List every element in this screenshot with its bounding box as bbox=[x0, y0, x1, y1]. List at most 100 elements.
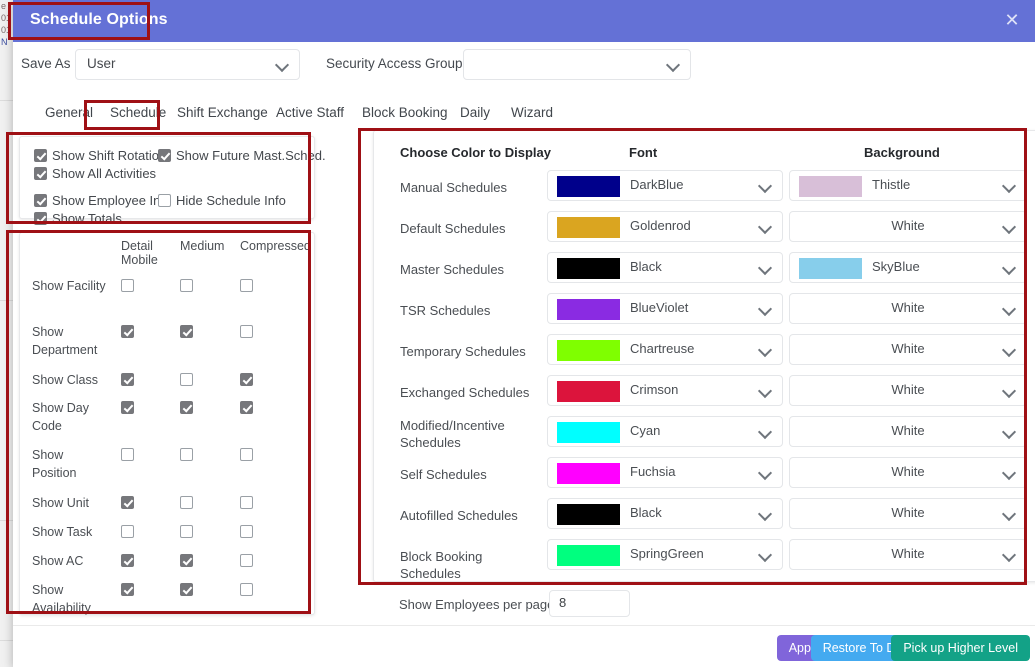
pick-up-higher-level-button[interactable]: Pick up Higher Level bbox=[891, 635, 1030, 661]
grid-checkbox-checked-icon[interactable] bbox=[240, 401, 253, 414]
color-row-label: Temporary Schedules bbox=[400, 344, 526, 359]
grid-checkbox-checked-icon[interactable] bbox=[121, 496, 134, 509]
grid-checkbox-unchecked-icon[interactable] bbox=[240, 448, 253, 461]
font-color-select[interactable]: Cyan bbox=[547, 416, 783, 447]
display-options-panel: Show Shift Rotation Show Future Mast.Sche… bbox=[19, 136, 326, 226]
checkbox-row[interactable]: Show Shift Rotation bbox=[34, 148, 166, 163]
checkbox-row[interactable]: Show Totals bbox=[34, 211, 122, 226]
save-as-select[interactable]: User bbox=[75, 49, 300, 80]
grid-checkbox-unchecked-icon[interactable] bbox=[240, 525, 253, 538]
font-color-select[interactable]: DarkBlue bbox=[547, 170, 783, 201]
font-color-select[interactable]: Black bbox=[547, 252, 783, 283]
background-color-select[interactable]: White bbox=[789, 293, 1027, 324]
grid-checkbox-unchecked-icon[interactable] bbox=[240, 496, 253, 509]
background-color-name: White bbox=[891, 382, 925, 397]
checkbox-label: Show Totals bbox=[52, 211, 122, 226]
background-color-select[interactable]: White bbox=[789, 539, 1027, 570]
grid-checkbox-checked-icon[interactable] bbox=[180, 554, 193, 567]
employees-per-page-input[interactable]: 8 bbox=[549, 590, 630, 617]
background-color-select[interactable]: White bbox=[789, 498, 1027, 529]
checkbox-row[interactable]: Hide Schedule Info bbox=[158, 193, 286, 208]
tab-daily[interactable]: Daily bbox=[456, 102, 494, 123]
font-color-select[interactable]: Crimson bbox=[547, 375, 783, 406]
grid-checkbox-unchecked-icon[interactable] bbox=[240, 279, 253, 292]
background-color-select[interactable]: White bbox=[789, 416, 1027, 447]
font-color-select[interactable]: Chartreuse bbox=[547, 334, 783, 365]
grid-checkbox-checked-icon[interactable] bbox=[180, 583, 193, 596]
background-color-select[interactable]: White bbox=[789, 375, 1027, 406]
grid-checkbox-unchecked-icon[interactable] bbox=[240, 325, 253, 338]
checkbox-row[interactable]: Show All Activities bbox=[34, 166, 156, 181]
tab-schedule[interactable]: Schedule bbox=[106, 102, 170, 123]
grid-checkbox-unchecked-icon[interactable] bbox=[180, 525, 193, 538]
grid-checkbox-checked-icon[interactable] bbox=[180, 401, 193, 414]
grid-checkbox-unchecked-icon[interactable] bbox=[240, 583, 253, 596]
chevron-down-icon bbox=[1004, 344, 1016, 356]
checkbox-row[interactable]: Show Future Mast.Sched. bbox=[158, 148, 326, 163]
grid-checkbox-checked-icon[interactable] bbox=[121, 554, 134, 567]
grid-checkbox-checked-icon[interactable] bbox=[121, 325, 134, 338]
background-color-name: White bbox=[891, 423, 925, 438]
tab-general[interactable]: General bbox=[41, 102, 97, 123]
font-color-name: SpringGreen bbox=[630, 546, 704, 561]
font-color-select[interactable]: Goldenrod bbox=[547, 211, 783, 242]
chevron-down-icon bbox=[760, 180, 772, 192]
grid-checkbox-unchecked-icon[interactable] bbox=[121, 448, 134, 461]
font-color-swatch bbox=[557, 381, 620, 402]
background-column-heading: Background bbox=[864, 145, 940, 160]
grid-checkbox-unchecked-icon[interactable] bbox=[180, 448, 193, 461]
screenshot-root: e 01 01 N Schedule Options ✕ Save As Use… bbox=[0, 0, 1035, 667]
checkbox-checked-icon[interactable] bbox=[34, 149, 47, 162]
grid-checkbox-unchecked-icon[interactable] bbox=[121, 525, 134, 538]
font-color-select[interactable]: Fuchsia bbox=[547, 457, 783, 488]
background-color-select[interactable]: Thistle bbox=[789, 170, 1027, 201]
grid-checkbox-unchecked-icon[interactable] bbox=[240, 554, 253, 567]
tab-block-booking[interactable]: Block Booking bbox=[358, 102, 452, 123]
save-as-label: Save As bbox=[21, 56, 71, 71]
background-color-select[interactable]: White bbox=[789, 457, 1027, 488]
grid-checkbox-unchecked-icon[interactable] bbox=[180, 279, 193, 292]
color-row-label: Exchanged Schedules bbox=[400, 385, 530, 400]
grid-checkbox-checked-icon[interactable] bbox=[240, 373, 253, 386]
background-color-select[interactable]: White bbox=[789, 334, 1027, 365]
chevron-down-icon bbox=[760, 385, 772, 397]
grid-checkbox-checked-icon[interactable] bbox=[180, 325, 193, 338]
chevron-down-icon bbox=[1004, 467, 1016, 479]
checkbox-checked-icon[interactable] bbox=[34, 212, 47, 225]
font-color-name: Fuchsia bbox=[630, 464, 676, 479]
grid-checkbox-unchecked-icon[interactable] bbox=[180, 373, 193, 386]
close-icon[interactable]: ✕ bbox=[1001, 9, 1023, 31]
tab-wizard[interactable]: Wizard bbox=[507, 102, 557, 123]
chevron-down-icon bbox=[1004, 549, 1016, 561]
font-color-select[interactable]: SpringGreen bbox=[547, 539, 783, 570]
font-color-swatch bbox=[557, 545, 620, 566]
checkbox-unchecked-icon[interactable] bbox=[158, 194, 171, 207]
checkbox-checked-icon[interactable] bbox=[34, 167, 47, 180]
font-color-select[interactable]: Black bbox=[547, 498, 783, 529]
font-color-select[interactable]: BlueViolet bbox=[547, 293, 783, 324]
background-color-name: White bbox=[891, 218, 925, 233]
grid-column-header: Detail Mobile bbox=[121, 239, 158, 267]
background-color-select[interactable]: White bbox=[789, 211, 1027, 242]
choose-color-heading: Choose Color to Display bbox=[400, 145, 551, 160]
font-color-name: Chartreuse bbox=[630, 341, 695, 356]
checkbox-checked-icon[interactable] bbox=[34, 194, 47, 207]
grid-checkbox-unchecked-icon[interactable] bbox=[121, 279, 134, 292]
security-access-groups-select[interactable] bbox=[463, 49, 691, 80]
grid-checkbox-checked-icon[interactable] bbox=[121, 583, 134, 596]
chevron-down-icon bbox=[1004, 508, 1016, 520]
tab-active-staff[interactable]: Active Staff bbox=[272, 102, 348, 123]
grid-checkbox-unchecked-icon[interactable] bbox=[180, 496, 193, 509]
grid-checkbox-checked-icon[interactable] bbox=[121, 401, 134, 414]
font-color-name: Black bbox=[630, 505, 662, 520]
checkbox-checked-icon[interactable] bbox=[158, 149, 171, 162]
dialog-titlebar: Schedule Options ✕ bbox=[13, 0, 1035, 42]
checkbox-row[interactable]: Show Employee Info bbox=[34, 193, 171, 208]
grid-row-label: Show Task bbox=[32, 525, 93, 539]
tab-shift-exchange[interactable]: Shift Exchange bbox=[173, 102, 272, 123]
chevron-down-icon bbox=[1004, 262, 1016, 274]
chevron-down-icon bbox=[760, 262, 772, 274]
background-color-select[interactable]: SkyBlue bbox=[789, 252, 1027, 283]
background-color-name: White bbox=[891, 505, 925, 520]
grid-checkbox-checked-icon[interactable] bbox=[121, 373, 134, 386]
